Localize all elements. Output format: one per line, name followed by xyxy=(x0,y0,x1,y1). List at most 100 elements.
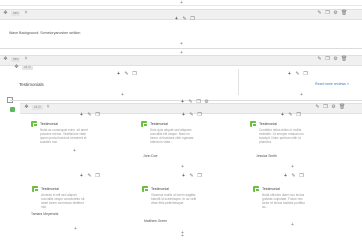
plus-icon[interactable]: + xyxy=(280,112,285,118)
copy-icon[interactable]: ❐ xyxy=(325,10,330,16)
gear-icon[interactable]: ⚙ xyxy=(331,104,336,110)
testimonial-quote: Aenean in elit sed aliquet convallis neq… xyxy=(41,193,85,209)
copy-icon[interactable]: ❐ xyxy=(190,16,195,22)
pencil-icon[interactable]: ✎ xyxy=(87,112,92,118)
copy-icon[interactable]: ❐ xyxy=(197,112,202,118)
plus-icon[interactable]: + xyxy=(283,173,288,179)
copy-icon[interactable]: ❐ xyxy=(95,112,100,118)
plus-icon[interactable]: + xyxy=(116,71,121,77)
section-1-right-controls: ✎ ❐ ⚙ 🗑 xyxy=(317,10,347,16)
testimonial-quote: Duis quis aliquet sed aliquam convallis … xyxy=(150,128,195,144)
pencil-icon[interactable]: ✎ xyxy=(317,10,322,16)
pencil-icon[interactable]: ✎ xyxy=(124,71,129,77)
copy-icon[interactable]: ❐ xyxy=(303,71,308,77)
row-indicator-icon[interactable] xyxy=(10,107,15,112)
testimonial-author: Matthew Green xyxy=(144,219,168,223)
column-controls: + ✎ ❐ xyxy=(181,173,202,179)
pencil-icon[interactable]: ✎ xyxy=(87,173,92,179)
section-2-left-controls: ✥ sec ˅ xyxy=(3,56,28,62)
move-icon[interactable]: ✥ xyxy=(3,10,8,16)
column-controls: + ✎ ❐ xyxy=(79,173,100,179)
pencil-icon[interactable]: ✎ xyxy=(295,71,300,77)
add-module-plus-icon[interactable]: + xyxy=(290,165,295,170)
copy-icon[interactable]: ❐ xyxy=(325,56,330,62)
column-divider xyxy=(238,69,239,95)
section-tag: sec xyxy=(11,10,21,16)
plus-icon[interactable]: + xyxy=(287,71,292,77)
copy-icon[interactable]: ❐ xyxy=(323,104,328,110)
testimonial-quote: Nulla ultricies diam non lectus gravida … xyxy=(262,193,306,209)
copy-icon[interactable]: ❐ xyxy=(299,173,304,179)
testimonial-quote: Vivamus mollis ut lorem sagittis blandit… xyxy=(151,193,197,205)
trash-icon[interactable]: 🗑 xyxy=(339,104,345,110)
testimonial-name: Testimonial xyxy=(40,122,58,126)
copy-icon[interactable]: ❐ xyxy=(95,173,100,179)
plus-icon[interactable]: + xyxy=(181,112,186,118)
gear-icon[interactable]: ⚙ xyxy=(333,10,338,16)
chevron-down-icon[interactable]: ˅ xyxy=(23,10,28,16)
trash-icon[interactable]: 🗑 xyxy=(341,56,347,62)
section-row-2-bar xyxy=(0,55,362,66)
row-2-left-controls: ✥ v1.0 xyxy=(14,64,33,70)
trash-icon[interactable]: 🗑 xyxy=(341,10,347,16)
pencil-icon[interactable]: ✎ xyxy=(317,56,322,62)
pencil-icon[interactable]: ✎ xyxy=(288,112,293,118)
add-section-plus-icon[interactable]: + xyxy=(179,1,184,6)
plus-icon[interactable]: + xyxy=(79,112,84,118)
move-icon[interactable]: ✥ xyxy=(3,56,8,62)
testimonial-quote: Curabitur tellus tellus in mollis molest… xyxy=(259,128,304,144)
plus-icon[interactable]: + xyxy=(174,16,179,22)
testimonial-name: Testimonial xyxy=(262,187,280,191)
column-2-controls: + ✎ ❐ xyxy=(287,71,308,77)
column-controls: + ✎ ❐ xyxy=(79,112,100,118)
testimonials-title: Testimonials xyxy=(19,82,44,87)
testimonial-icon xyxy=(253,186,260,192)
chevron-down-icon[interactable]: ˅ xyxy=(23,56,28,62)
testimonial-name: Testimonial xyxy=(259,122,277,126)
pencil-icon[interactable]: ✎ xyxy=(315,104,320,110)
add-module-plus-icon[interactable]: + xyxy=(179,42,184,47)
testimonial-icon xyxy=(250,121,257,127)
move-icon[interactable]: ✥ xyxy=(14,64,19,70)
column-1-controls: + ✎ ❐ xyxy=(116,71,137,77)
add-module-plus-icon[interactable]: + xyxy=(180,165,185,170)
section-2-right-controls: ✎ ❐ ⚙ 🗑 xyxy=(317,56,347,62)
testimonial-author: Tamara Meyerwitz xyxy=(31,212,59,216)
pencil-icon[interactable]: ✎ xyxy=(189,112,194,118)
testimonial-name: Testimonial xyxy=(41,187,59,191)
add-module-plus-icon[interactable]: + xyxy=(299,93,304,98)
testimonial-quote: Nulla ac consequat enim, sit amet posuer… xyxy=(40,128,88,144)
testimonial-icon xyxy=(141,121,148,127)
add-module-plus-icon[interactable]: + xyxy=(73,227,78,232)
row-tag: v1.0 xyxy=(22,64,33,70)
copy-icon[interactable]: ❐ xyxy=(296,112,301,118)
add-module-plus-icon[interactable]: + xyxy=(290,223,295,228)
testimonial-icon xyxy=(31,121,38,127)
gear-icon[interactable]: ⚙ xyxy=(333,56,338,62)
move-icon[interactable]: ✥ xyxy=(24,104,29,110)
add-row-plus-icon[interactable]: + xyxy=(180,234,185,239)
row-tag: v1.0 xyxy=(32,104,43,110)
column-controls: + ✎ ❐ xyxy=(283,173,304,179)
pencil-icon[interactable]: ✎ xyxy=(291,173,296,179)
section-tag: sec xyxy=(11,56,21,62)
intro-text: Wave Background: Someloryanosten selitio… xyxy=(9,31,81,35)
chevron-down-icon[interactable]: ˅ xyxy=(46,104,51,110)
read-more-link[interactable]: Read more reviews » xyxy=(315,82,349,86)
plus-icon[interactable]: + xyxy=(79,173,84,179)
column-controls: + ✎ ❐ xyxy=(280,112,301,118)
copy-icon[interactable]: ❐ xyxy=(197,173,202,179)
inner-row-right-controls: ✎ ❐ ⚙ 🗑 xyxy=(315,104,345,110)
testimonial-author: John Doe xyxy=(143,154,158,158)
plus-icon[interactable]: + xyxy=(181,173,186,179)
pencil-icon[interactable]: ✎ xyxy=(189,173,194,179)
pencil-icon[interactable]: ✎ xyxy=(182,16,187,22)
copy-icon[interactable]: ❐ xyxy=(132,71,137,77)
testimonial-name: Testimonial xyxy=(151,187,169,191)
inner-row-left-controls: ✥ v1.0 ˅ xyxy=(24,104,51,110)
testimonial-icon xyxy=(142,186,149,192)
add-module-plus-icon[interactable]: + xyxy=(120,93,125,98)
add-module-plus-icon[interactable]: + xyxy=(72,149,77,154)
column-controls: + ✎ ❐ xyxy=(181,112,202,118)
testimonial-author: Jessica Smith xyxy=(256,154,277,158)
